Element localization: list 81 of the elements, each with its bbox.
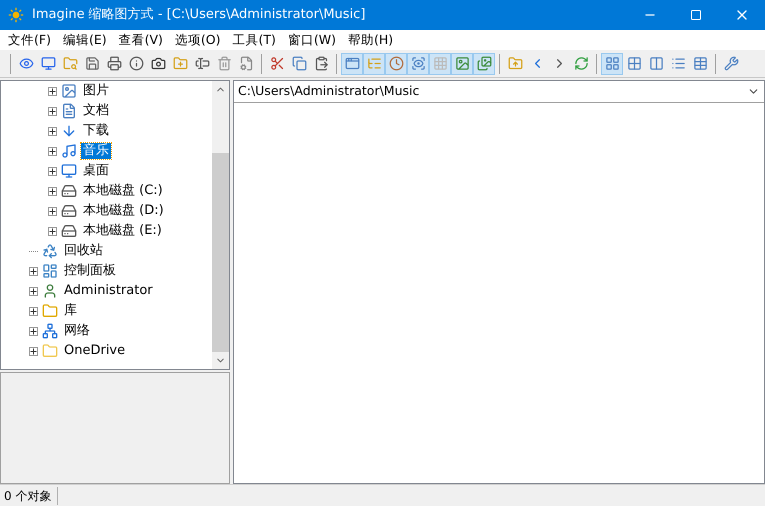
info-icon bbox=[128, 56, 144, 71]
file-settings-icon bbox=[238, 56, 254, 71]
expand-button[interactable] bbox=[48, 146, 57, 156]
maximize-icon bbox=[690, 9, 702, 21]
expand-button[interactable] bbox=[48, 226, 57, 236]
menu-item[interactable]: 选项(O) bbox=[170, 30, 225, 50]
window-icon bbox=[344, 56, 360, 71]
recycle-bin-icon bbox=[42, 243, 58, 259]
images-icon bbox=[476, 56, 492, 71]
app-logo-icon bbox=[8, 7, 24, 23]
menu-item[interactable]: 查看(V) bbox=[114, 30, 167, 50]
tree-item[interactable]: 本地磁盘 (D:) bbox=[81, 203, 166, 219]
tree-icon bbox=[366, 56, 382, 71]
expand-button[interactable] bbox=[48, 166, 57, 176]
monitor-icon bbox=[40, 56, 56, 71]
tree-item[interactable]: 本地磁盘 (C:) bbox=[81, 183, 165, 199]
tree-item[interactable]: 音乐 bbox=[81, 143, 111, 159]
printer-icon bbox=[106, 56, 122, 71]
drive-icon bbox=[61, 183, 77, 199]
tree-item[interactable]: 库 bbox=[62, 303, 79, 319]
folder-icon bbox=[42, 343, 58, 359]
tiles-view-icon bbox=[626, 56, 642, 71]
save-icon bbox=[84, 56, 100, 71]
image-icon bbox=[61, 83, 77, 99]
refresh-icon bbox=[574, 56, 588, 71]
status-text: 0 个对象 bbox=[0, 486, 58, 504]
tree-item[interactable]: 控制面板 bbox=[62, 263, 118, 279]
music-note-icon bbox=[61, 143, 77, 159]
menu-item[interactable]: 编辑(E) bbox=[58, 30, 111, 50]
expand-button[interactable] bbox=[29, 266, 38, 276]
expand-button[interactable] bbox=[48, 206, 57, 216]
document-icon bbox=[61, 103, 77, 119]
tree-item[interactable]: 桌面 bbox=[81, 163, 111, 179]
folder-plus-icon bbox=[172, 56, 188, 71]
network-icon bbox=[42, 323, 58, 339]
scrollbar[interactable] bbox=[212, 81, 229, 369]
tree-item[interactable]: 网络 bbox=[62, 323, 92, 339]
tree-item[interactable]: OneDrive bbox=[62, 343, 128, 359]
menu-item[interactable]: 帮助(H) bbox=[344, 30, 398, 50]
control-panel-icon bbox=[42, 263, 58, 279]
folder-search-icon bbox=[62, 56, 78, 71]
columns-view-icon bbox=[648, 56, 664, 71]
drive-icon bbox=[61, 223, 77, 239]
details-view-icon bbox=[692, 56, 708, 71]
grid-icon bbox=[432, 56, 448, 71]
monitor-icon bbox=[61, 163, 77, 179]
tree-connector bbox=[29, 250, 38, 252]
window-title: Imagine 缩略图方式 - [C:\Users\Administrator\Music] bbox=[32, 6, 366, 24]
list-view-icon bbox=[670, 56, 686, 71]
rename-icon bbox=[194, 56, 210, 71]
menu-item[interactable]: 工具(T) bbox=[228, 30, 280, 50]
folder-up-icon bbox=[508, 56, 522, 71]
tree-item[interactable]: 图片 bbox=[81, 83, 111, 99]
paste-icon bbox=[314, 56, 328, 71]
copy-icon bbox=[292, 56, 306, 71]
wrench-icon bbox=[724, 56, 738, 71]
menu-item[interactable]: 窗口(W) bbox=[284, 30, 340, 50]
expand-button[interactable] bbox=[29, 286, 38, 296]
scissors-icon bbox=[270, 56, 284, 71]
expand-button[interactable] bbox=[29, 326, 38, 336]
drive-icon bbox=[61, 203, 77, 219]
expand-button[interactable] bbox=[48, 126, 57, 136]
tree-item[interactable]: 下载 bbox=[81, 123, 111, 139]
thumbnails-view-icon bbox=[604, 56, 620, 71]
trash-icon bbox=[216, 56, 232, 71]
eye-icon bbox=[18, 56, 34, 71]
eye-image-icon bbox=[410, 56, 426, 71]
clock-icon bbox=[388, 56, 404, 71]
image-icon bbox=[454, 56, 470, 71]
tree-item[interactable]: 回收站 bbox=[62, 243, 105, 259]
expand-button[interactable] bbox=[48, 186, 57, 196]
menu-item[interactable]: 文件(F) bbox=[4, 30, 55, 50]
user-icon bbox=[42, 283, 58, 299]
expand-button[interactable] bbox=[29, 306, 38, 316]
tree-item[interactable]: 本地磁盘 (E:) bbox=[81, 223, 164, 239]
expand-button[interactable] bbox=[48, 86, 57, 96]
tree-item[interactable]: 文档 bbox=[81, 103, 111, 119]
expand-button[interactable] bbox=[29, 346, 38, 356]
camera-icon bbox=[150, 56, 166, 71]
expand-button[interactable] bbox=[48, 106, 57, 116]
tree-item[interactable]: Administrator bbox=[62, 283, 155, 299]
